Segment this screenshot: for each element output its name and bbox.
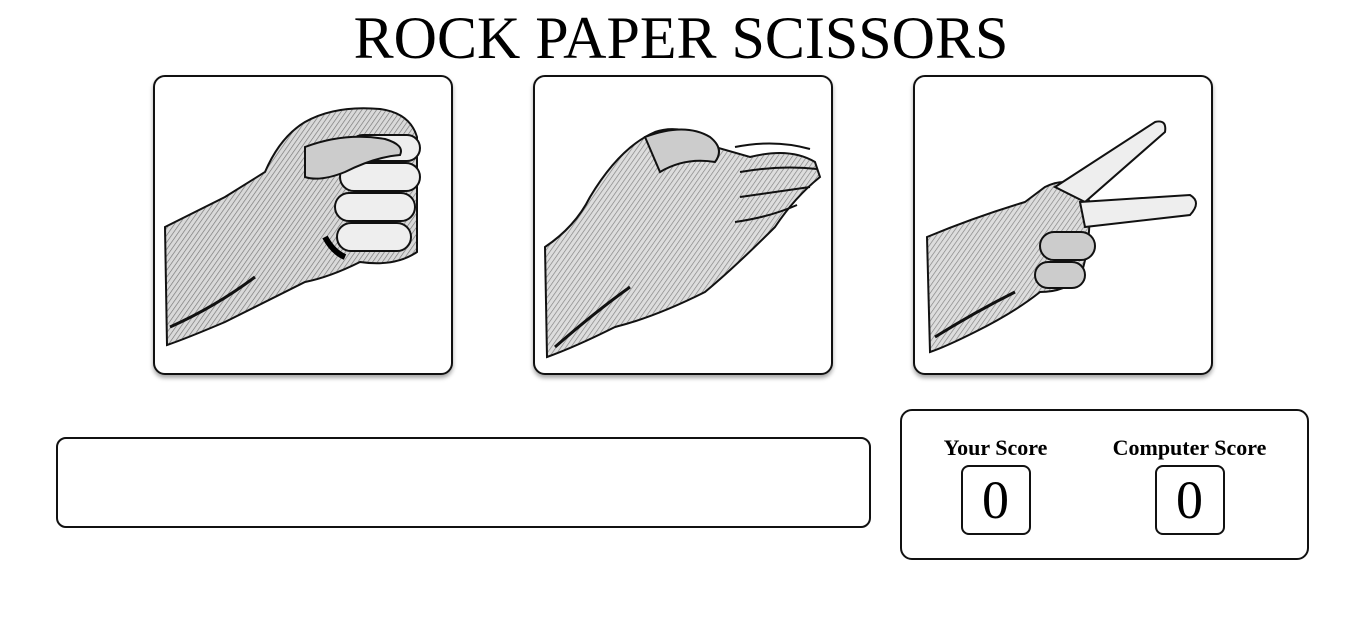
- rock-choice-button[interactable]: [153, 75, 453, 375]
- player-score-label: Your Score: [943, 435, 1048, 460]
- open-hand-icon: [543, 128, 822, 359]
- score-panel: Your Score 0 Computer Score 0: [900, 409, 1309, 560]
- player-score-value: 0: [960, 465, 1031, 535]
- two-finger-hand-icon: [925, 120, 1197, 354]
- scissors-choice-button[interactable]: [913, 75, 1213, 375]
- page-title: ROCK PAPER SCISSORS: [353, 5, 1009, 71]
- result-message-box: [56, 437, 871, 528]
- paper-choice-button[interactable]: [533, 75, 833, 375]
- computer-score-value: 0: [1154, 465, 1225, 535]
- computer-score-section: Computer Score 0: [1102, 435, 1277, 535]
- player-score-section: Your Score 0: [938, 435, 1053, 535]
- computer-score-label: Computer Score: [1112, 435, 1267, 460]
- game-page: ROCK PAPER SCISSORS Your Score 0 Compute…: [0, 0, 1362, 629]
- fist-hand-icon: [163, 107, 421, 347]
